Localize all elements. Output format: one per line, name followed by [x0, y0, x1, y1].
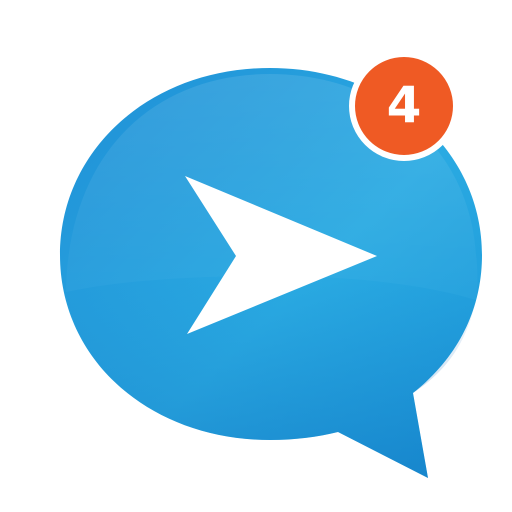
bubble-lower-shade	[66, 276, 476, 478]
notification-count: 4	[386, 76, 422, 134]
app-icon[interactable]: 4	[0, 0, 512, 512]
notification-badge: 4	[349, 51, 459, 161]
